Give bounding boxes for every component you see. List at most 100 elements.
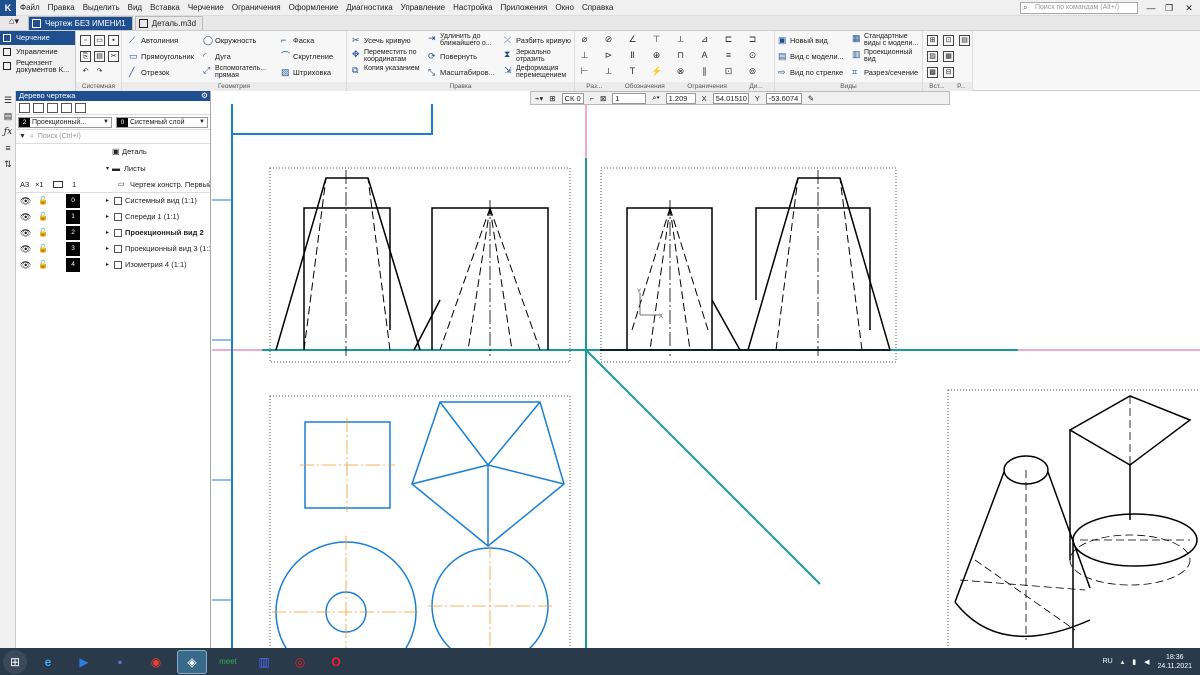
fillet-button[interactable]: ⌒ Скругление <box>280 51 333 63</box>
kompas-app-icon[interactable]: K <box>0 0 16 16</box>
yandex-icon[interactable]: ◎ <box>285 650 315 674</box>
diameter-icon[interactable]: ⌀ <box>579 35 590 46</box>
text-icon[interactable]: A <box>699 51 710 62</box>
tree-settings-icon[interactable] <box>75 102 86 113</box>
move-coords-button[interactable]: ✥ Переместить по координатам <box>351 49 427 65</box>
copy-icon[interactable]: ⎘ <box>80 51 91 62</box>
link-icon[interactable]: ⊟ <box>943 67 954 78</box>
new-doc-icon[interactable]: ▫ <box>80 35 91 46</box>
menu-item[interactable]: Справка <box>578 0 617 16</box>
hatch-button[interactable]: ▨ Штриховка <box>280 67 331 79</box>
menu-item[interactable]: Настройка <box>449 0 496 16</box>
archive-icon[interactable]: ▥ <box>249 650 279 674</box>
close-button[interactable]: ✕ <box>1180 1 1198 15</box>
ortho-icon[interactable]: ⟂ <box>603 67 614 78</box>
sort-icon[interactable]: ⇅ <box>1 157 15 171</box>
current-layer-select[interactable]: 0 Системный слой ▼ <box>115 116 208 128</box>
chevron-up-icon[interactable]: ▴ <box>1121 658 1125 666</box>
deform-button[interactable]: ⇲ Деформация перемещением <box>503 65 575 81</box>
tree-search-input[interactable]: ▼ ⌕ Поиск (Ctrl+/) <box>16 130 210 144</box>
mirror-button[interactable]: ⧗ Зеркально отразить <box>503 49 575 65</box>
menu-item[interactable]: Управление <box>397 0 449 16</box>
ortho-icon[interactable]: ⌐ <box>590 94 594 103</box>
fragment-icon[interactable]: ⊡ <box>943 35 954 46</box>
eyedropper-icon[interactable]: ✎ <box>808 94 814 103</box>
network-icon[interactable]: ▮ <box>1132 658 1136 666</box>
arrow-view-button[interactable]: ⇨ Вид по стрелке <box>777 67 843 79</box>
mode-management[interactable]: Управление <box>0 45 75 59</box>
zoom-icon[interactable]: ⌕▾ <box>652 93 659 103</box>
section-button[interactable]: ⌗ Разрез/сечение <box>851 67 918 79</box>
layer-select[interactable]: 1 <box>612 92 647 104</box>
menu-item[interactable]: Приложения <box>497 0 552 16</box>
ie-icon[interactable]: e <box>33 650 63 674</box>
expand-icon[interactable]: ▾ <box>106 161 109 177</box>
eye-icon[interactable]: 👁 <box>20 225 31 241</box>
menu-item[interactable]: Окно <box>551 0 578 16</box>
base-icon[interactable]: ⊥ <box>579 51 590 62</box>
tree-item-detail[interactable]: ▣ Деталь <box>16 144 210 161</box>
menu-item[interactable]: Выделить <box>79 0 124 16</box>
bracket-left-icon[interactable]: ⊏ <box>723 35 734 46</box>
tree-image-icon[interactable] <box>61 102 72 113</box>
coord-system-select[interactable]: СК 0 <box>561 92 584 104</box>
bracket-right-icon[interactable]: ⊐ <box>747 35 758 46</box>
gear-icon[interactable]: ⚙ <box>201 91 208 101</box>
photo-icon[interactable]: ▩ <box>927 67 938 78</box>
clock[interactable]: 18:36 24.11.2021 <box>1157 653 1192 671</box>
menu-item[interactable]: Вставка <box>146 0 184 16</box>
slope-icon[interactable]: ⊿ <box>699 35 710 46</box>
volume-icon[interactable]: ◀ <box>1144 658 1149 666</box>
tab-part[interactable]: Деталь.m3d <box>134 16 204 30</box>
target-icon[interactable]: ⊙ <box>747 51 758 62</box>
extend-button[interactable]: ⇥ Удлинить до ближайшего о... <box>427 33 503 49</box>
chamfer-button[interactable]: ⌐ Фаска <box>280 35 314 47</box>
lock-icon[interactable]: 🔓 <box>38 209 48 225</box>
lock-icon[interactable]: 🔓 <box>38 257 48 273</box>
expand-icon[interactable]: ▸ <box>106 225 109 241</box>
start-button[interactable]: ⊞ <box>3 649 27 674</box>
rectangle-button[interactable]: ▭ Прямоугольник <box>128 51 194 63</box>
insert-icon[interactable]: ⊞ <box>927 35 938 46</box>
cut-icon[interactable]: ✂ <box>108 51 119 62</box>
projection-view-button[interactable]: ▥ Проекционный вид <box>851 49 923 65</box>
expand-icon[interactable]: ▸ <box>106 193 109 209</box>
perpendicular-icon[interactable]: ⟂ <box>675 35 686 46</box>
zoom-field[interactable]: 1.209 <box>665 92 696 104</box>
parallel-icon[interactable]: Ⅱ <box>627 51 638 62</box>
save-disk-icon[interactable]: ▪ <box>105 650 135 674</box>
eye-icon[interactable]: 👁 <box>20 193 31 209</box>
snap-icon[interactable]: ⌁▾ <box>535 94 543 103</box>
eye-icon[interactable]: 👁 <box>20 257 31 273</box>
lock-icon[interactable]: 🔓 <box>38 241 48 257</box>
new-view-button[interactable]: ▣ Новый вид <box>777 35 828 47</box>
tree-view-icon[interactable] <box>19 102 30 113</box>
menu-item[interactable]: Правка <box>44 0 79 16</box>
tree-layer-icon[interactable] <box>47 102 58 113</box>
auxiliary-line-button[interactable]: ⤢ Вспомогатель... прямая <box>202 65 278 81</box>
tree-view-row[interactable]: 👁 🔓 0 ▸ Системный вид (1:1) <box>16 193 210 209</box>
angle-icon[interactable]: ∠ <box>627 35 638 46</box>
home-button[interactable]: ⌂▾ <box>0 16 28 30</box>
circle-button[interactable]: ◯ Окружность <box>202 35 256 47</box>
tree-view-row[interactable]: 👁 🔓 3 ▸ Проекционный вид 3 (1:1) <box>16 241 210 257</box>
x-coord-field[interactable]: 54.01510 <box>712 92 749 104</box>
cancel-icon[interactable]: ⊘ <box>603 35 614 46</box>
drawing-canvas[interactable]: Y X <box>212 104 1200 648</box>
menu-item[interactable]: Ограничения <box>228 0 285 16</box>
text-tool-icon[interactable]: T <box>627 67 638 78</box>
expand-icon[interactable]: ▸ <box>106 209 109 225</box>
lines-icon[interactable]: ≡ <box>723 51 734 62</box>
paste-icon[interactable]: ▤ <box>94 51 105 62</box>
rough-icon[interactable]: ⊢ <box>579 67 590 78</box>
mode-drawing[interactable]: Черчение <box>0 31 75 45</box>
frame-icon[interactable]: ⊡ <box>723 67 734 78</box>
table-icon[interactable]: ▦ <box>943 51 954 62</box>
tree-toggle-icon[interactable]: ☰ <box>1 93 15 107</box>
tree-view-row[interactable]: 👁 🔓 1 ▸ Спереди 1 (1:1) <box>16 209 210 225</box>
copy-by-pick-button[interactable]: ⧉ Копия указанием <box>351 65 427 81</box>
open-folder-icon[interactable]: ▭ <box>94 35 105 46</box>
save-icon[interactable]: ▪ <box>108 35 119 46</box>
eye-icon[interactable]: 👁 <box>20 241 31 257</box>
menu-item[interactable]: Черчение <box>184 0 228 16</box>
